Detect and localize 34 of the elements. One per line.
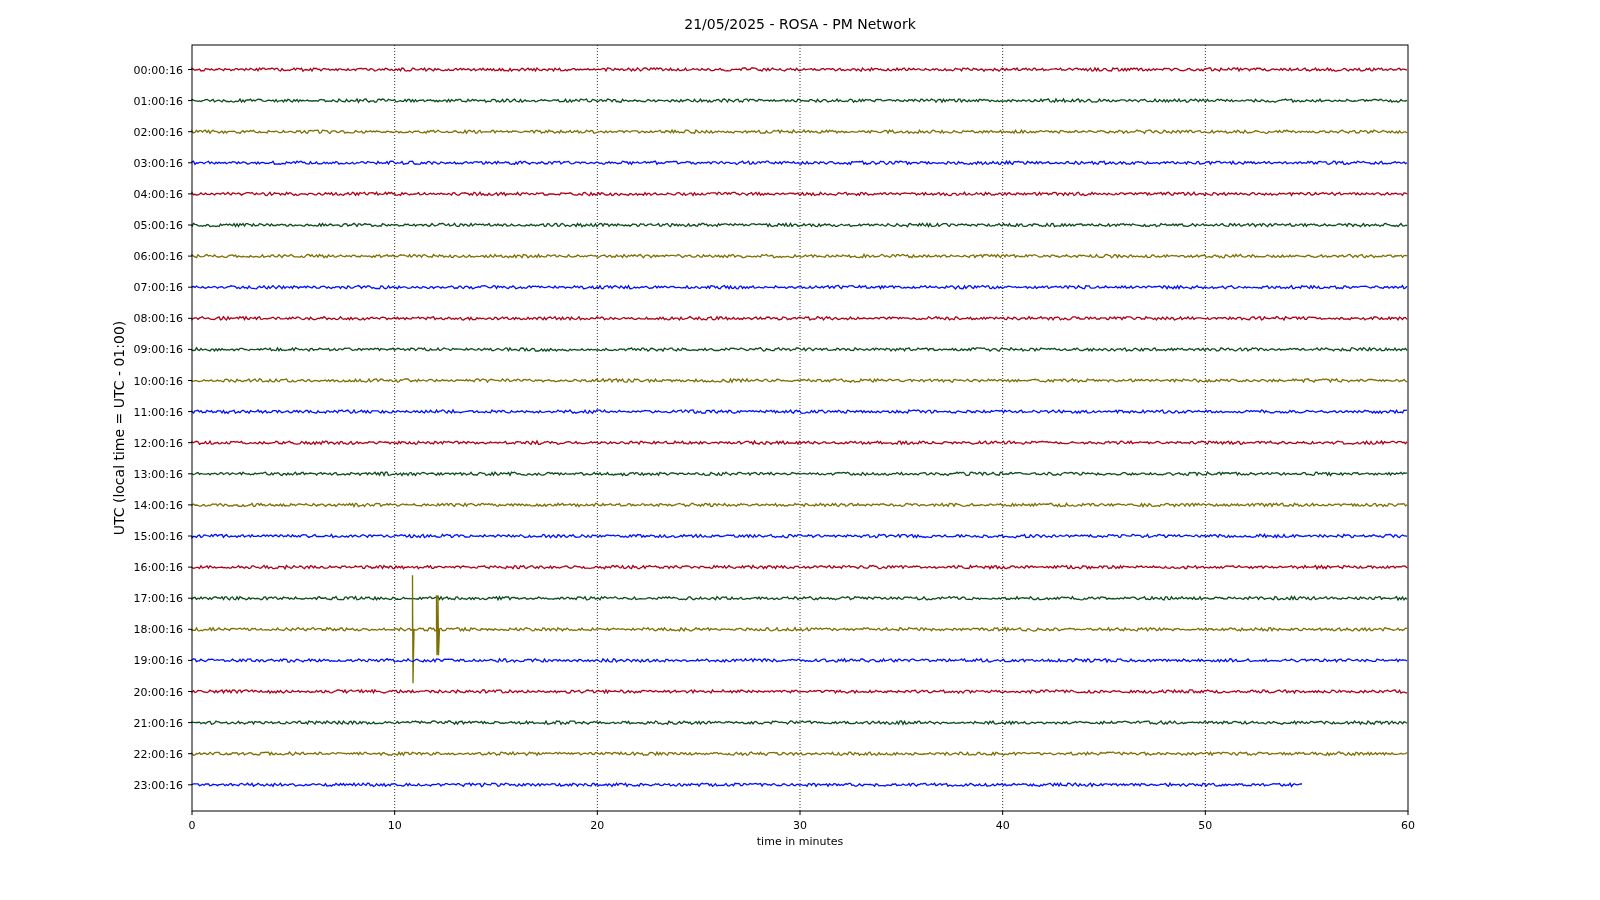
y-tick-label: 18:00:16 [133, 623, 183, 637]
y-tick-label: 07:00:16 [133, 281, 183, 295]
y-tick-label: 01:00:16 [133, 94, 183, 108]
x-tick-label: 40 [995, 819, 1010, 832]
y-tick-label: 23:00:16 [133, 778, 183, 792]
y-tick-label: 14:00:16 [133, 498, 183, 512]
y-tick-label: 02:00:16 [133, 125, 183, 139]
y-tick-label: 15:00:16 [133, 530, 183, 543]
x-tick-label: 50 [1198, 819, 1213, 832]
x-axis-label: time in minutes [756, 835, 844, 848]
y-tick-label: 16:00:16 [133, 561, 183, 575]
y-axis-label: UTC (local time = UTC - 01:00) [111, 320, 127, 536]
y-tick-label: 11:00:16 [133, 405, 183, 419]
y-tick-label: 10:00:16 [133, 374, 183, 388]
y-tick-label: 04:00:16 [133, 187, 183, 201]
y-tick-label: 22:00:16 [133, 747, 183, 761]
x-tick-label: 10 [387, 819, 402, 832]
y-tick-label: 08:00:16 [133, 312, 183, 326]
chart-title: 21/05/2025 - ROSA - PM Network [684, 16, 916, 32]
y-tick-label: 12:00:16 [133, 436, 183, 450]
y-tick-label: 09:00:16 [133, 343, 183, 357]
x-tick-label: 20 [590, 819, 605, 832]
y-tick-label: 00:00:16 [133, 63, 183, 77]
y-tick-label: 03:00:16 [133, 156, 183, 170]
x-tick-label: 30 [793, 819, 807, 832]
y-tick-label: 20:00:16 [133, 685, 183, 699]
y-tick-label: 17:00:16 [133, 592, 183, 606]
y-tick-label: 05:00:16 [133, 219, 183, 232]
y-tick-label: 21:00:16 [133, 716, 183, 730]
y-tick-label: 19:00:16 [133, 654, 183, 668]
x-tick-label: 0 [188, 819, 196, 832]
x-tick-label: 60 [1401, 819, 1415, 832]
y-tick-label: 06:00:16 [133, 250, 183, 264]
y-tick-label: 13:00:16 [133, 467, 183, 481]
